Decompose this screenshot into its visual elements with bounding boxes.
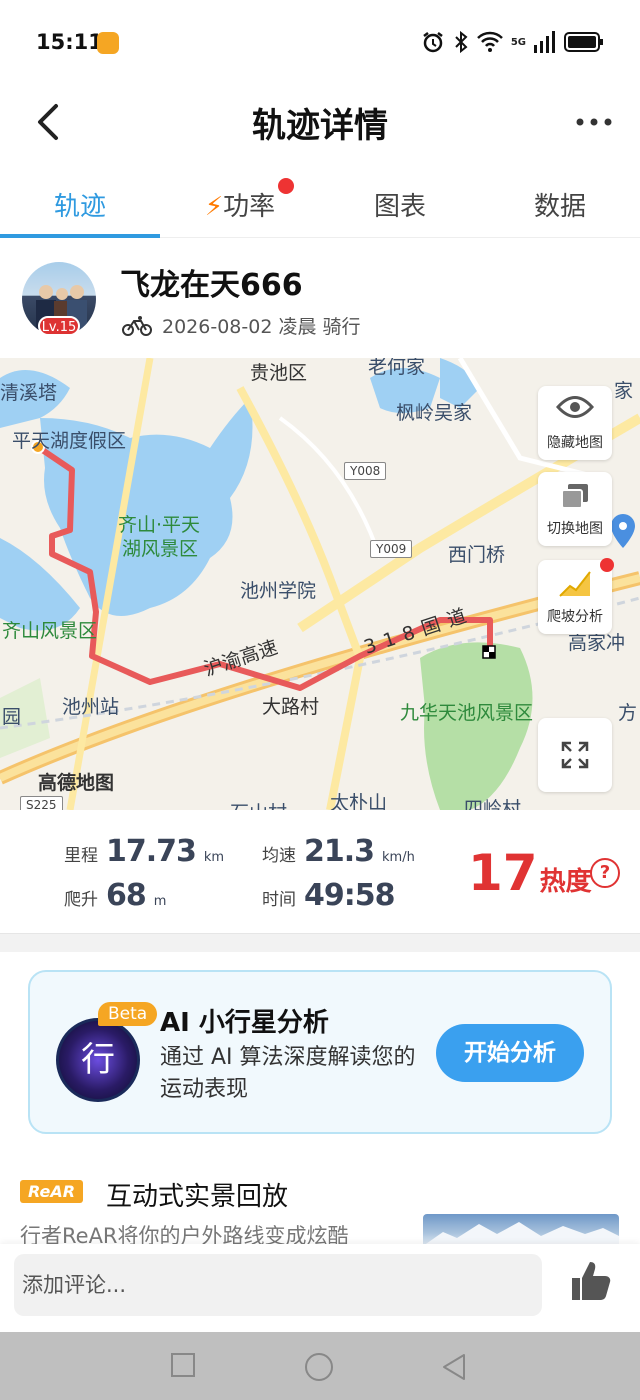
alarm-icon	[423, 32, 443, 53]
climb-chart-icon	[559, 571, 591, 597]
lightning-icon: ⚡	[204, 192, 224, 222]
stats-panel: 里程 17.73 km 均速 21.3 km/h 爬升 68 m 时间 49:5…	[0, 810, 640, 934]
system-nav-bar	[0, 1332, 640, 1400]
map-label: 贵池区	[250, 362, 308, 384]
map-label: 平天湖度假区	[12, 430, 127, 452]
layers-icon	[561, 484, 588, 509]
user-name[interactable]: 飞龙在天666	[120, 260, 303, 304]
road-tag: Y008	[344, 462, 387, 480]
ai-section: 行 Beta AI 小行星分析 通过 AI 算法深度解读您的运动表现 开始分析 …	[0, 952, 640, 1248]
eye-icon	[555, 396, 595, 418]
route-map[interactable]: 清溪塔 贵池区 老何家 枫岭吴家 平天湖度假区 齐山·平天 湖风景区 西门桥 池…	[0, 358, 640, 810]
profile-section: Lv.15 飞龙在天666 2026-08-02 凌晨 骑行	[0, 238, 640, 358]
comment-input[interactable]: 添加评论...	[14, 1254, 542, 1316]
help-icon[interactable]: ?	[590, 858, 620, 888]
ai-planet-icon: 行	[56, 1018, 140, 1102]
network-type: 5G	[510, 36, 526, 48]
tab-track[interactable]: 轨迹	[0, 168, 160, 238]
recent-apps-icon[interactable]	[170, 1352, 196, 1378]
map-label: 老何家	[368, 358, 426, 378]
tab-data[interactable]: 数据	[480, 168, 640, 237]
road-tag: Y009	[370, 540, 413, 558]
heat-score: 17 热度	[468, 844, 592, 902]
stat-time: 时间 49:58	[262, 878, 395, 913]
switch-map-button[interactable]: 切换地图	[538, 472, 612, 546]
beta-badge: Beta	[98, 1002, 158, 1026]
map-label: 园	[2, 706, 22, 728]
status-bar: 15:11 5G	[0, 0, 640, 86]
map-label: 石山村	[230, 798, 287, 810]
bicycle-icon	[122, 315, 152, 336]
page-title: 轨迹详情	[252, 106, 388, 146]
map-label: 齐山风景区	[2, 620, 98, 642]
rear-title: 互动式实景回放	[106, 1182, 289, 1212]
comment-bar: 添加评论...	[0, 1244, 640, 1332]
ai-description: 通过 AI 算法深度解读您的运动表现	[160, 1045, 416, 1102]
map-label: 四岭村	[464, 798, 522, 810]
map-label: 九华天池风景区	[400, 702, 534, 724]
rear-badge: ReAR	[20, 1180, 84, 1203]
map-label: 方	[618, 702, 638, 724]
map-label: 清溪塔	[0, 382, 58, 404]
notification-dot	[278, 178, 294, 194]
map-label: 枫岭吴家	[396, 402, 473, 424]
tab-chart[interactable]: 图表	[320, 168, 480, 237]
hide-map-button[interactable]: 隐藏地图	[538, 386, 612, 460]
signal-icon	[534, 31, 555, 53]
home-icon[interactable]	[304, 1352, 334, 1382]
map-label: 家	[614, 380, 634, 402]
ride-meta: 2026-08-02 凌晨 骑行	[122, 312, 361, 339]
wifi-icon	[476, 31, 503, 52]
mountain-image-icon	[423, 1222, 619, 1246]
ai-title: AI 小行星分析	[160, 1008, 329, 1038]
header: 轨迹详情	[0, 86, 640, 168]
stat-climb: 爬升 68 m	[64, 878, 167, 913]
thumbs-up-icon[interactable]	[568, 1258, 614, 1304]
notification-dot	[600, 558, 614, 572]
ai-analysis-card[interactable]: 行 Beta AI 小行星分析 通过 AI 算法深度解读您的运动表现 开始分析	[28, 970, 612, 1134]
level-badge: Lv.15	[38, 316, 80, 336]
tab-power[interactable]: ⚡功率	[160, 168, 320, 237]
map-label: 大路村	[262, 696, 320, 718]
stat-distance: 里程 17.73 km	[64, 834, 225, 869]
map-label: 太朴山	[330, 792, 388, 810]
map-label: 湖风景区	[122, 538, 199, 560]
battery-icon	[564, 32, 603, 52]
status-icons: 5G	[421, 30, 604, 54]
back-nav-icon[interactable]	[440, 1352, 468, 1382]
map-attribution: 高德地图	[38, 772, 115, 794]
climb-analysis-button[interactable]: 爬坡分析	[538, 558, 614, 634]
more-options-icon[interactable]	[570, 100, 618, 144]
map-label: 西门桥	[448, 544, 506, 566]
start-analysis-button[interactable]: 开始分析	[436, 1024, 584, 1082]
status-time: 15:11	[36, 30, 103, 54]
bluetooth-icon	[455, 30, 468, 54]
fullscreen-button[interactable]	[538, 718, 612, 792]
tab-bar: 轨迹 ⚡功率 图表 数据	[0, 168, 640, 238]
stat-avg-speed: 均速 21.3 km/h	[262, 834, 415, 869]
map-label: 池州学院	[240, 580, 317, 602]
app-notification-icon	[97, 32, 119, 54]
map-label: 池州站	[62, 696, 120, 718]
rear-thumbnail[interactable]	[423, 1214, 619, 1246]
ride-date-type: 2026-08-02 凌晨 骑行	[162, 316, 361, 338]
map-label: 齐山·平天	[118, 514, 201, 536]
expand-icon	[561, 741, 589, 769]
road-tag: S225	[20, 796, 63, 810]
location-pin-icon[interactable]	[610, 514, 636, 548]
rear-replay-item[interactable]: ReAR 互动式实景回放 行者ReAR将你的户外路线变成炫酷	[20, 1176, 620, 1248]
